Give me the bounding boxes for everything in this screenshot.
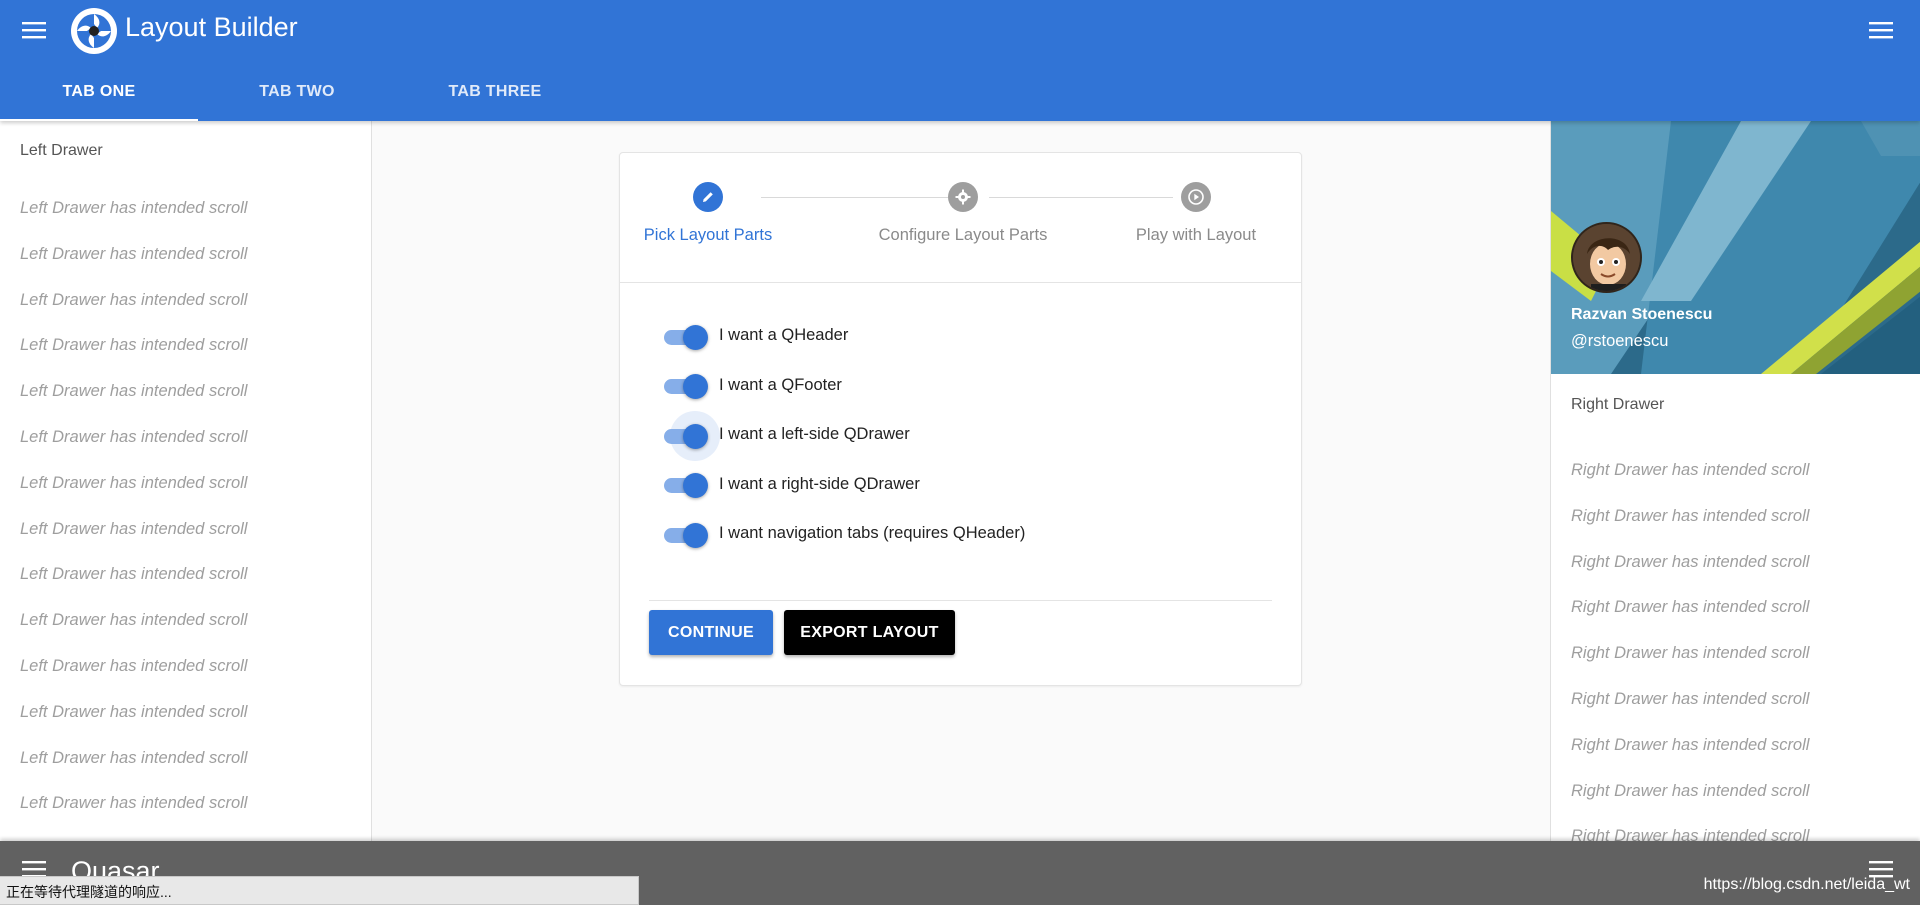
layout-builder-card: Pick Layout Parts Configure Layout Parts <box>619 152 1302 686</box>
nav-tabs: TAB ONE TAB TWO TAB THREE <box>0 62 594 121</box>
left-drawer-scroll-item: Left Drawer has intended scroll <box>20 748 248 767</box>
header: Layout Builder TAB ONE TAB TWO TAB THREE <box>0 0 1920 121</box>
tab-three[interactable]: TAB THREE <box>396 62 594 121</box>
left-drawer-scroll-item: Left Drawer has intended scroll <box>20 336 248 355</box>
watermark: https://blog.csdn.net/leida_wt <box>1703 876 1910 893</box>
left-drawer-scroll-item: Left Drawer has intended scroll <box>20 702 248 721</box>
left-drawer-scroll-item: Left Drawer has intended scroll <box>20 656 248 675</box>
right-drawer-scroll-item: Right Drawer has intended scroll <box>1571 689 1810 708</box>
left-drawer-scroll-item: Left Drawer has intended scroll <box>20 565 248 584</box>
quasar-logo-icon <box>71 8 117 54</box>
app-title: Layout Builder <box>125 12 298 42</box>
gear-icon <box>955 189 971 205</box>
left-drawer-scroll-item: Left Drawer has intended scroll <box>20 290 248 309</box>
right-drawer-scroll-item: Right Drawer has intended scroll <box>1571 827 1810 841</box>
step-label: Configure Layout Parts <box>878 226 1048 244</box>
step-configure-layout-parts[interactable]: Configure Layout Parts <box>853 182 1073 245</box>
step-dot <box>948 182 978 212</box>
right-drawer-scroll-item: Right Drawer has intended scroll <box>1571 461 1810 479</box>
menu-icon <box>22 22 46 39</box>
stepper: Pick Layout Parts Configure Layout Parts <box>620 153 1301 283</box>
step-dot <box>1181 182 1211 212</box>
left-drawer-scroll-item: Left Drawer has intended scroll <box>20 473 248 492</box>
play-icon <box>1188 189 1204 205</box>
left-drawer-title: Left Drawer <box>20 142 103 159</box>
option-qheader[interactable]: I want a QHeader <box>620 311 1301 361</box>
right-drawer-scroll-item: Right Drawer has intended scroll <box>1571 598 1810 617</box>
option-label: I want a right-side QDrawer <box>719 474 920 493</box>
step-label: Pick Layout Parts <box>643 226 773 244</box>
left-drawer[interactable]: Left Drawer Left Drawer has intended scr… <box>0 121 372 841</box>
right-drawer-scroll-item: Right Drawer has intended scroll <box>1571 552 1810 571</box>
right-drawer[interactable]: Razvan Stoenescu @rstoenescu Right Drawe… <box>1550 121 1920 841</box>
qheader-toggle[interactable] <box>664 324 708 350</box>
step-dot <box>693 182 723 212</box>
menu-icon <box>1869 22 1893 39</box>
qfooter-toggle[interactable] <box>664 374 708 400</box>
browser-status-bar: 正在等待代理隧道的响应... <box>0 876 639 905</box>
left-drawer-scroll-item: Left Drawer has intended scroll <box>20 794 248 813</box>
left-drawer-scroll-list: Left Drawer has intended scroll Left Draw… <box>0 198 371 839</box>
option-label: I want navigation tabs (requires QHeader… <box>719 524 1026 543</box>
right-drawer-toggle[interactable] <box>664 473 708 499</box>
right-drawer-scroll-list: Right Drawer has intended scroll Right Dr… <box>1551 460 1920 841</box>
option-label: I want a QHeader <box>719 326 849 345</box>
left-drawer-scroll-item: Left Drawer has intended scroll <box>20 427 248 446</box>
continue-button[interactable]: CONTINUE <box>649 610 773 655</box>
avatar <box>1571 222 1642 293</box>
option-label: I want a left-side QDrawer <box>719 425 910 444</box>
option-left-drawer[interactable]: I want a left-side QDrawer <box>620 410 1301 461</box>
right-drawer-scroll-item: Right Drawer has intended scroll <box>1571 644 1810 663</box>
tab-two[interactable]: TAB TWO <box>198 62 396 121</box>
right-menu-button[interactable] <box>1864 12 1900 48</box>
right-drawer-scroll-item: Right Drawer has intended scroll <box>1571 506 1810 525</box>
export-layout-button[interactable]: EXPORT LAYOUT <box>784 610 955 655</box>
left-drawer-scroll-item: Left Drawer has intended scroll <box>20 199 248 217</box>
left-drawer-scroll-item: Left Drawer has intended scroll <box>20 519 248 538</box>
edit-icon <box>703 192 713 202</box>
left-menu-button[interactable] <box>17 12 53 48</box>
profile-name: Razvan Stoenescu <box>1571 306 1713 323</box>
profile-banner: Razvan Stoenescu @rstoenescu <box>1551 121 1920 374</box>
navigation-tabs-toggle[interactable] <box>664 522 708 548</box>
option-label: I want a QFooter <box>719 375 842 394</box>
right-drawer-title: Right Drawer <box>1571 396 1665 413</box>
left-drawer-toggle[interactable] <box>664 410 720 461</box>
option-navigation-tabs[interactable]: I want navigation tabs (requires QHeader… <box>620 509 1301 559</box>
step-play-with-layout[interactable]: Play with Layout <box>1086 182 1306 245</box>
option-qfooter[interactable]: I want a QFooter <box>620 361 1301 411</box>
layout-options: I want a QHeader I want a QFooter I want… <box>620 283 1301 559</box>
step-pick-layout-parts[interactable]: Pick Layout Parts <box>598 182 818 245</box>
left-drawer-scroll-item: Left Drawer has intended scroll <box>20 611 248 630</box>
actions-divider <box>649 600 1272 601</box>
app: Layout Builder TAB ONE TAB TWO TAB THREE… <box>0 0 1920 905</box>
left-drawer-scroll-item: Left Drawer has intended scroll <box>20 382 248 401</box>
profile-handle: @rstoenescu <box>1571 332 1669 350</box>
option-right-drawer[interactable]: I want a right-side QDrawer <box>620 460 1301 510</box>
step-label: Play with Layout <box>1135 226 1257 244</box>
right-drawer-scroll-item: Right Drawer has intended scroll <box>1571 735 1810 754</box>
right-drawer-scroll-item: Right Drawer has intended scroll <box>1571 781 1810 800</box>
tab-one[interactable]: TAB ONE <box>0 62 198 121</box>
header-toolbar: Layout Builder <box>0 0 1920 58</box>
left-drawer-scroll-item: Left Drawer has intended scroll <box>20 244 248 263</box>
